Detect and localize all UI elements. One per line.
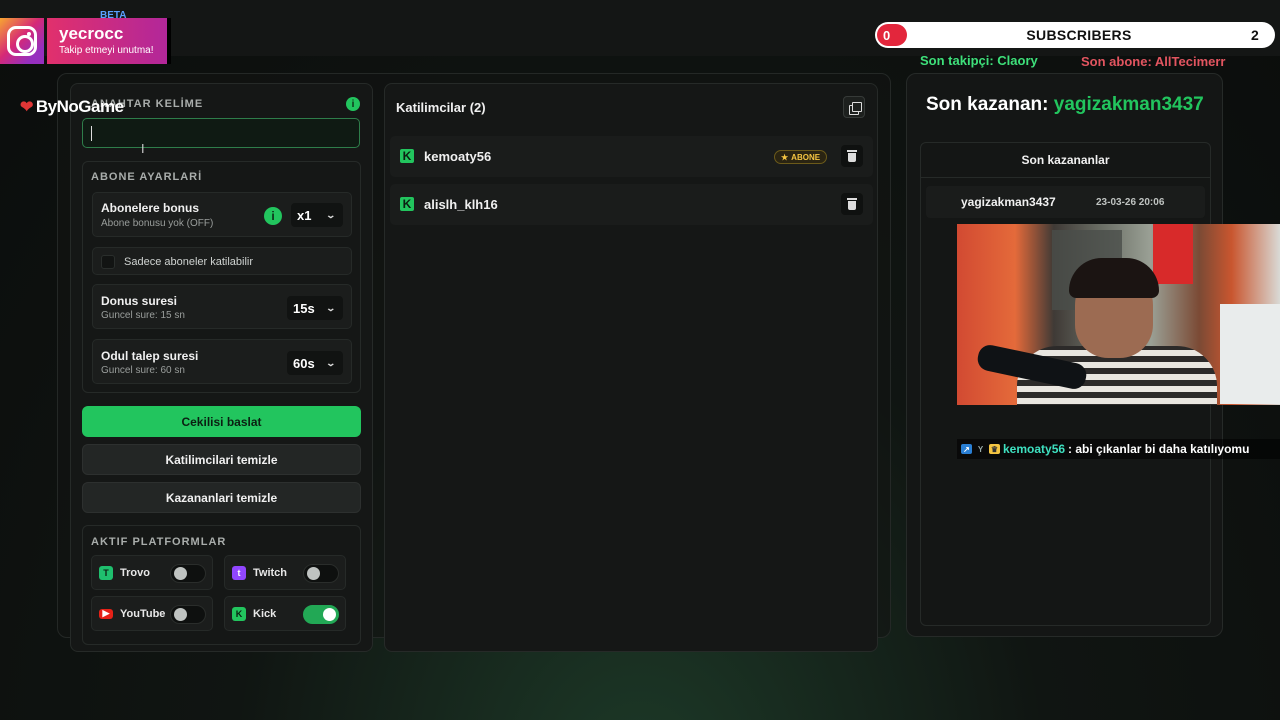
claim-duration-label: Odul talep suresi <box>101 349 199 363</box>
trovo-icon: T <box>99 565 113 580</box>
last-winner-heading: Son kazanan: yagizakman3437 <box>926 94 1204 115</box>
crown-icon: ♛ <box>989 444 1000 454</box>
clear-winners-button[interactable]: Kazananlari temizle <box>82 482 361 513</box>
platform-trovo: T Trovo <box>91 555 213 590</box>
winner-row-date: 23-03-26 20:06 <box>1096 197 1165 208</box>
text-cursor-icon: Ⅰ <box>141 142 145 156</box>
only-subs-row[interactable]: Sadece aboneler katilabilir <box>92 247 352 275</box>
subscribers-goal: 2 <box>1251 27 1259 43</box>
instagram-icon <box>0 18 44 64</box>
start-raffle-button[interactable]: Cekilisi baslat <box>82 406 361 437</box>
participant-name: kemoaty56 <box>424 149 492 164</box>
webcam-overlay <box>957 224 1280 405</box>
subscribers-count: 0 <box>877 24 907 46</box>
info-icon[interactable]: i <box>346 97 360 111</box>
keyword-input[interactable] <box>82 118 360 148</box>
subscribers-label: SUBSCRIBERS <box>1026 27 1132 43</box>
claim-duration-status: Guncel sure: 60 sn <box>101 365 185 376</box>
platform-twitch: t Twitch <box>224 555 346 590</box>
participant-row: K kemoaty56 ★ ABONE <box>390 136 873 177</box>
platforms-section: AKTIF PLATFORMLAR T Trovo t Twitch ▶ You… <box>82 525 361 645</box>
sub-bonus-status: Abone bonusu yok (OFF) <box>101 218 214 229</box>
chat-badge-icon: ↗ <box>961 444 972 454</box>
winner-row: yagizakman3437 23-03-26 20:06 <box>926 186 1205 218</box>
kick-icon: K <box>400 197 414 211</box>
clear-participants-button[interactable]: Katilimcilari temizle <box>82 444 361 475</box>
spin-duration-status: Guncel sure: 15 sn <box>101 310 185 321</box>
sub-bonus-label: Abonelere bonus <box>101 201 200 215</box>
participant-name: alislh_klh16 <box>424 197 498 212</box>
sub-bonus-row: Abonelere bonus Abone bonusu yok (OFF) i… <box>92 192 352 237</box>
only-subs-label: Sadece aboneler katilabilir <box>124 256 254 268</box>
sub-bonus-info-icon[interactable]: i <box>264 207 282 225</box>
platforms-title: AKTIF PLATFORMLAR <box>91 536 227 548</box>
chevron-down-icon: ⌄ <box>325 357 337 368</box>
twitch-toggle[interactable] <box>303 564 339 583</box>
twitch-icon: t <box>232 565 246 580</box>
last-sub-alert: Son abone: AllTecimerr <box>1081 54 1226 69</box>
youtube-toggle[interactable] <box>170 605 206 624</box>
subscriber-badge: ★ ABONE <box>774 150 828 164</box>
trash-icon[interactable] <box>841 145 863 167</box>
spin-duration-select[interactable]: 15s ⌄ <box>287 296 343 320</box>
chat-username: kemoaty56 <box>1003 442 1066 456</box>
claim-duration-row: Odul talep suresi Guncel sure: 60 sn 60s… <box>92 339 352 384</box>
sub-bonus-select[interactable]: x1 ⌄ <box>291 203 343 227</box>
platform-youtube: ▶ YouTube <box>91 596 213 631</box>
trash-icon[interactable] <box>841 193 863 215</box>
chevron-down-icon: ⌄ <box>325 302 337 313</box>
text-caret <box>91 126 92 141</box>
bynogame-logo-icon: ❤ <box>20 99 33 116</box>
subscribers-goal-bar: 0 SUBSCRIBERS 2 <box>875 22 1275 48</box>
sub-settings-section: ABONE AYARLARİ Abonelere bonus Abone bon… <box>82 161 361 393</box>
kick-icon: K <box>400 149 414 163</box>
participants-title: Katilimcilar (2) <box>396 100 486 115</box>
instagram-username: yecrocc <box>59 24 124 43</box>
spin-duration-row: Donus suresi Guncel sure: 15 sn 15s ⌄ <box>92 284 352 329</box>
chat-badge-icon: Y <box>977 444 984 454</box>
claim-duration-select[interactable]: 60s ⌄ <box>287 351 343 375</box>
chat-text: : abi çıkanlar bi daha katılıyomu <box>1068 442 1250 456</box>
copy-icon[interactable] <box>843 96 865 118</box>
chat-message: ↗ Y ♛ kemoaty56 : abi çıkanlar bi daha k… <box>957 439 1280 459</box>
instagram-tagline: Takip etmeyi unutma! <box>59 45 154 56</box>
instagram-card: yecrocc Takip etmeyi unutma! <box>47 18 171 64</box>
settings-panel: ANAHTAR KELİME i Ⅰ ABONE AYARLARİ Abonel… <box>70 83 373 652</box>
last-winner-name: yagizakman3437 <box>1053 94 1204 115</box>
last-follower-alert: Son takipçi: Claory <box>920 53 1038 68</box>
sub-settings-title: ABONE AYARLARİ <box>91 171 203 183</box>
platform-kick: K Kick <box>224 596 346 631</box>
winners-list-title: Son kazananlar <box>921 143 1210 178</box>
spin-duration-label: Donus suresi <box>101 294 178 308</box>
kick-toggle[interactable] <box>303 605 339 624</box>
winner-row-name: yagizakman3437 <box>961 195 1056 209</box>
participants-panel: Katilimcilar (2) K kemoaty56 ★ ABONE K al… <box>384 83 878 652</box>
kick-icon: K <box>232 606 246 621</box>
bynogame-logo: ❤ ByNoGame <box>20 97 124 116</box>
trovo-toggle[interactable] <box>170 564 206 583</box>
chevron-down-icon: ⌄ <box>325 209 337 220</box>
participant-row: K alislh_klh16 <box>390 184 873 225</box>
youtube-icon: ▶ <box>99 608 113 619</box>
only-subs-checkbox[interactable] <box>101 255 115 269</box>
star-icon: ★ <box>781 152 789 162</box>
